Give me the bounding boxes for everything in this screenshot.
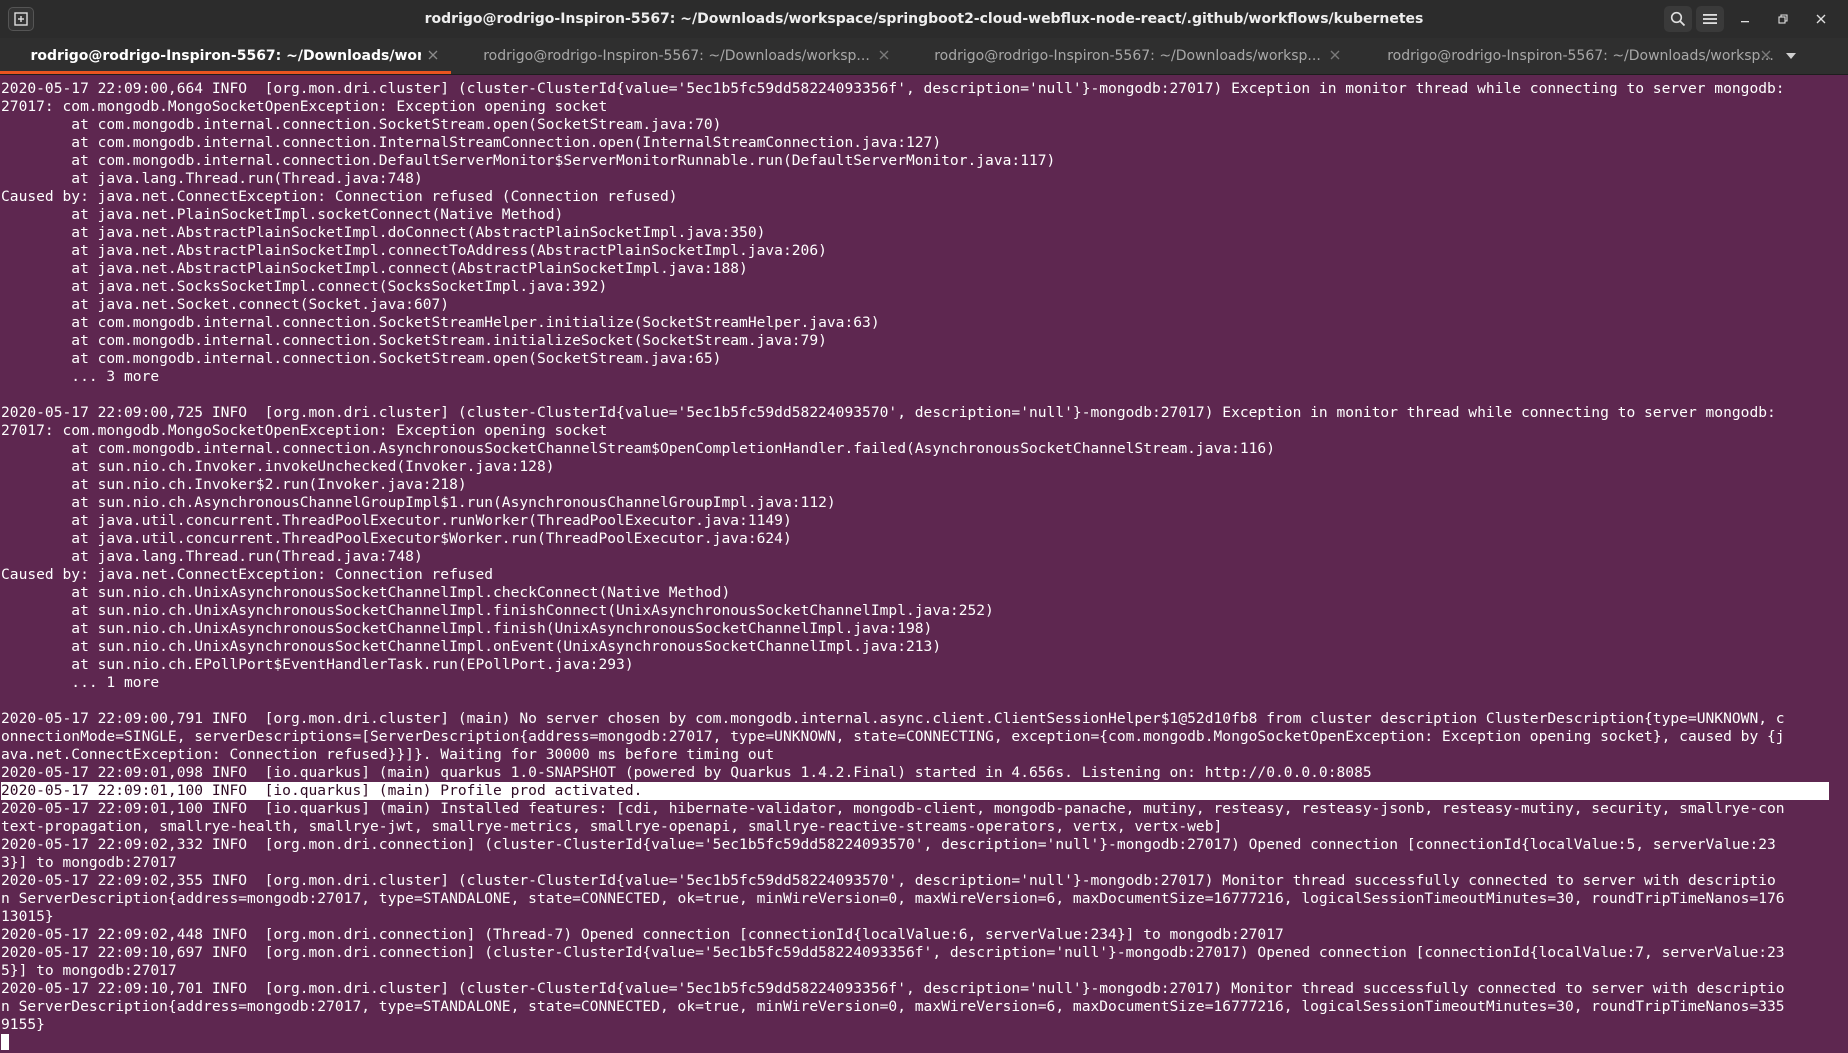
terminal-line: at java.net.AbstractPlainSocketImpl.doCo… [1, 224, 766, 241]
terminal-line-selected: 2020-05-17 22:09:01,100 INFO [io.quarkus… [1, 782, 1829, 800]
terminal-line: 13015} [1, 908, 54, 925]
tab-label: rodrigo@rodrigo-Inspiron-5567: ~/Downloa… [30, 48, 421, 64]
close-button[interactable] [1804, 6, 1838, 32]
terminal-line: at sun.nio.ch.UnixAsynchronousSocketChan… [1, 620, 933, 637]
terminal-line: at java.net.AbstractPlainSocketImpl.conn… [1, 242, 827, 259]
tab-label: rodrigo@rodrigo-Inspiron-5567: ~/Downloa… [1387, 48, 1774, 64]
close-icon[interactable] [1760, 49, 1772, 61]
title-bar[interactable]: rodrigo@rodrigo-Inspiron-5567: ~/Downloa… [0, 0, 1848, 38]
close-icon [1816, 14, 1826, 24]
window-title: rodrigo@rodrigo-Inspiron-5567: ~/Downloa… [424, 11, 1424, 27]
terminal-line: at com.mongodb.internal.connection.Socke… [1, 332, 827, 349]
close-icon[interactable] [1329, 49, 1341, 61]
tab-1[interactable]: rodrigo@rodrigo-Inspiron-5567: ~/Downloa… [0, 38, 451, 74]
terminal-line: at com.mongodb.internal.connection.Inter… [1, 134, 942, 151]
terminal-line: at java.lang.Thread.run(Thread.java:748) [1, 548, 423, 565]
terminal-line: at com.mongodb.internal.connection.Async… [1, 440, 1275, 457]
terminal-line: 2020-05-17 22:09:00,664 INFO [org.mon.dr… [1, 80, 1785, 97]
terminal-line: 2020-05-17 22:09:02,332 INFO [org.mon.dr… [1, 836, 1776, 853]
menu-button[interactable] [1696, 6, 1724, 32]
terminal-line: at sun.nio.ch.AsynchronousChannelGroupIm… [1, 494, 836, 511]
terminal-line: at java.net.Socket.connect(Socket.java:6… [1, 296, 450, 313]
tab-bar: rodrigo@rodrigo-Inspiron-5567: ~/Downloa… [0, 38, 1848, 75]
terminal-line: 2020-05-17 22:09:10,701 INFO [org.mon.dr… [1, 980, 1785, 997]
terminal-line: at java.net.SocksSocketImpl.connect(Sock… [1, 278, 608, 295]
terminal-line: 2020-05-17 22:09:10,697 INFO [org.mon.dr… [1, 944, 1785, 961]
cursor [1, 1034, 9, 1050]
terminal-line: 27017: com.mongodb.MongoSocketOpenExcept… [1, 98, 608, 115]
terminal-line: at com.mongodb.internal.connection.Socke… [1, 350, 722, 367]
new-tab-icon [14, 12, 28, 26]
terminal-line: Caused by: java.net.ConnectException: Co… [1, 566, 494, 583]
terminal-line: at java.util.concurrent.ThreadPoolExecut… [1, 512, 792, 529]
terminal-line: 9155} [1, 1016, 45, 1033]
terminal-line: at com.mongodb.internal.connection.Defau… [1, 152, 1056, 169]
new-tab-button[interactable] [8, 7, 34, 31]
restore-icon [1778, 14, 1788, 24]
terminal-line: text-propagation, smallrye-health, small… [1, 818, 1223, 835]
terminal-line: 2020-05-17 22:09:01,098 INFO [io.quarkus… [1, 764, 1372, 781]
terminal-line: ... 3 more [1, 368, 160, 385]
terminal-line: 3}] to mongodb:27017 [1, 854, 177, 871]
chevron-down-icon[interactable] [1784, 51, 1798, 61]
terminal-line: onnectionMode=SINGLE, serverDescriptions… [1, 728, 1785, 745]
tab-label: rodrigo@rodrigo-Inspiron-5567: ~/Downloa… [483, 48, 870, 64]
hamburger-menu-icon [1703, 14, 1717, 24]
search-icon [1670, 11, 1686, 27]
terminal-line: at java.util.concurrent.ThreadPoolExecut… [1, 530, 792, 547]
tab-2[interactable]: rodrigo@rodrigo-Inspiron-5567: ~/Downloa… [451, 38, 902, 74]
terminal-line: at java.net.AbstractPlainSocketImpl.conn… [1, 260, 748, 277]
terminal-line: 2020-05-17 22:09:01,100 INFO [io.quarkus… [1, 800, 1785, 817]
terminal-line: ava.net.ConnectException: Connection ref… [1, 746, 775, 763]
minimize-button[interactable] [1728, 6, 1762, 32]
tab-3[interactable]: rodrigo@rodrigo-Inspiron-5567: ~/Downloa… [902, 38, 1353, 74]
minimize-icon [1741, 21, 1749, 23]
terminal-window: rodrigo@rodrigo-Inspiron-5567: ~/Downloa… [0, 0, 1848, 1053]
terminal-line: at java.net.PlainSocketImpl.socketConnec… [1, 206, 564, 223]
terminal-line: at sun.nio.ch.Invoker.invokeUnchecked(In… [1, 458, 555, 475]
terminal-line: at sun.nio.ch.UnixAsynchronousSocketChan… [1, 602, 994, 619]
terminal-line: 2020-05-17 22:09:02,448 INFO [org.mon.dr… [1, 926, 1284, 943]
search-button[interactable] [1664, 6, 1692, 32]
terminal-line: 5}] to mongodb:27017 [1, 962, 177, 979]
terminal-line: at sun.nio.ch.UnixAsynchronousSocketChan… [1, 584, 731, 601]
close-icon[interactable] [427, 49, 439, 61]
terminal-line: n ServerDescription{address=mongodb:2701… [1, 890, 1785, 907]
tab-4[interactable]: rodrigo@rodrigo-Inspiron-5567: ~/Downloa… [1353, 38, 1808, 74]
terminal-line: Caused by: java.net.ConnectException: Co… [1, 188, 678, 205]
terminal-line: at com.mongodb.internal.connection.Socke… [1, 116, 722, 133]
terminal-line: 2020-05-17 22:09:02,355 INFO [org.mon.dr… [1, 872, 1776, 889]
terminal-line: ... 1 more [1, 674, 160, 691]
terminal-line: 27017: com.mongodb.MongoSocketOpenExcept… [1, 422, 608, 439]
terminal-line: at sun.nio.ch.UnixAsynchronousSocketChan… [1, 638, 942, 655]
close-icon[interactable] [878, 49, 890, 61]
restore-button[interactable] [1766, 6, 1800, 32]
terminal-line: at com.mongodb.internal.connection.Socke… [1, 314, 880, 331]
terminal-line: at java.lang.Thread.run(Thread.java:748) [1, 170, 423, 187]
terminal-line: at sun.nio.ch.Invoker$2.run(Invoker.java… [1, 476, 467, 493]
prompt-line[interactable] [1, 1034, 1848, 1052]
terminal-line: 2020-05-17 22:09:00,725 INFO [org.mon.dr… [1, 404, 1776, 421]
terminal-line: n ServerDescription{address=mongodb:2701… [1, 998, 1785, 1015]
terminal-output[interactable]: 2020-05-17 22:09:00,664 INFO [org.mon.dr… [0, 75, 1848, 1053]
tab-label: rodrigo@rodrigo-Inspiron-5567: ~/Downloa… [934, 48, 1321, 64]
terminal-line: at sun.nio.ch.EPollPort$EventHandlerTask… [1, 656, 634, 673]
terminal-line: 2020-05-17 22:09:00,791 INFO [org.mon.dr… [1, 710, 1785, 727]
